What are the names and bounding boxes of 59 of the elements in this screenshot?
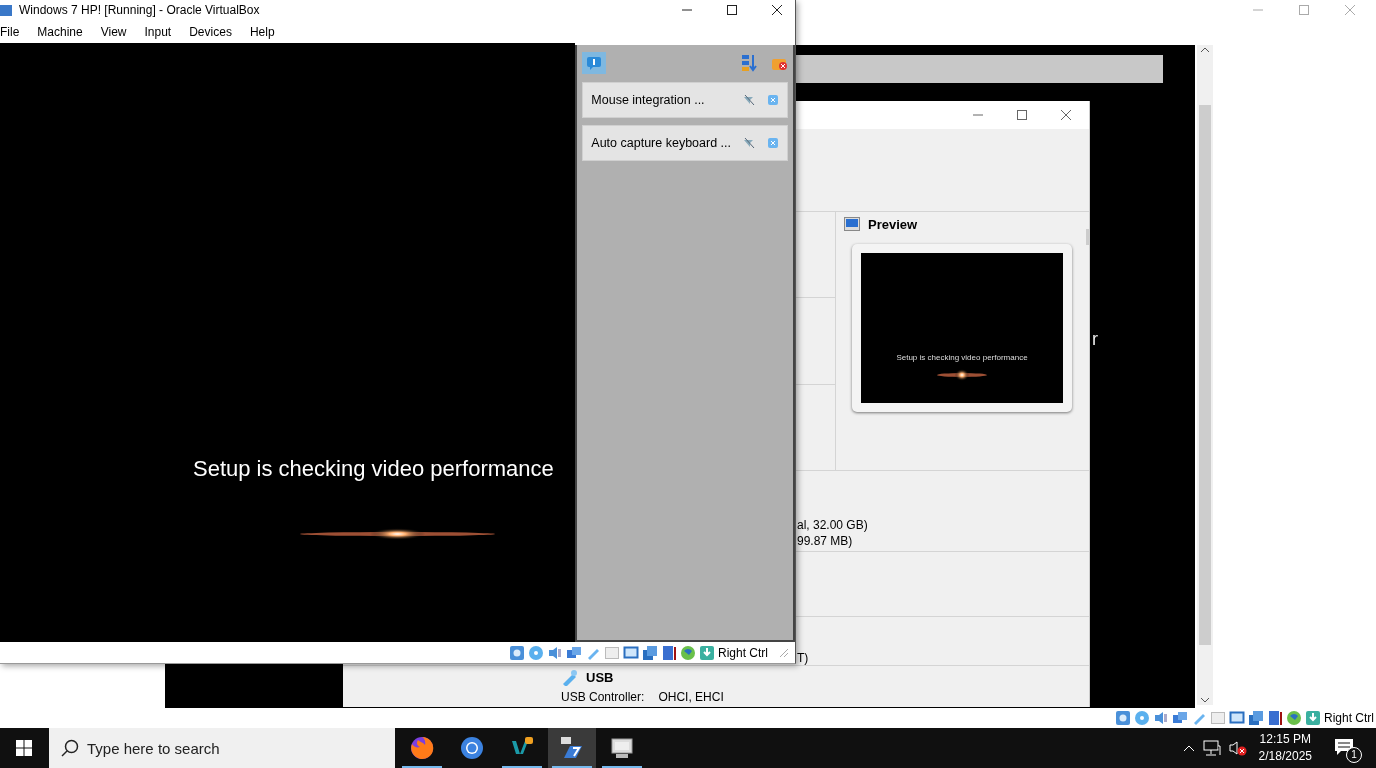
notification-toggle[interactable] bbox=[582, 52, 607, 74]
notification-center-button[interactable]: 1 bbox=[1334, 733, 1362, 763]
app-icon bbox=[460, 736, 484, 760]
monitor-icon bbox=[844, 217, 860, 232]
host-key-label: Right Ctrl bbox=[718, 645, 768, 660]
notification-item[interactable]: Auto capture keyboard ... bbox=[582, 125, 788, 161]
light-streak bbox=[937, 368, 987, 382]
resize-grip[interactable] bbox=[779, 647, 789, 658]
download-icon[interactable] bbox=[699, 644, 715, 661]
clock-time: 12:15 PM bbox=[1259, 731, 1311, 748]
app-icon bbox=[560, 736, 584, 760]
detail-text: 99.87 MB) bbox=[797, 533, 854, 549]
section-title: Preview bbox=[868, 217, 918, 232]
search-icon bbox=[61, 739, 79, 757]
screen-text: Setup is checking video performance bbox=[193, 456, 555, 482]
detail-value: OHCI, EHCI bbox=[658, 690, 724, 704]
app-icon bbox=[0, 3, 12, 17]
host-key-label: Right Ctrl bbox=[1324, 711, 1374, 725]
menu-item[interactable]: Machine bbox=[37, 24, 89, 39]
app-icon bbox=[610, 736, 634, 760]
scroll-thumb[interactable] bbox=[1086, 229, 1089, 245]
unpin-icon[interactable] bbox=[743, 137, 755, 149]
close-button[interactable] bbox=[771, 4, 783, 16]
screen-text: r bbox=[1092, 329, 1098, 350]
detail-label: USB Controller: bbox=[561, 690, 645, 704]
disc-icon[interactable] bbox=[1134, 710, 1150, 726]
menu-item[interactable]: Devices bbox=[189, 24, 238, 39]
menu-item[interactable]: View bbox=[100, 24, 133, 39]
speaker-icon[interactable] bbox=[1153, 710, 1169, 726]
muted-speaker-icon[interactable] bbox=[1228, 740, 1247, 756]
menu-item[interactable]: Input bbox=[144, 24, 178, 39]
disc-icon[interactable] bbox=[528, 644, 544, 661]
windows-logo-icon bbox=[16, 740, 32, 756]
menu-item[interactable]: Help bbox=[249, 24, 281, 39]
download-icon[interactable] bbox=[1305, 710, 1321, 726]
sort-icon[interactable] bbox=[741, 54, 757, 72]
unpin-icon[interactable] bbox=[743, 94, 755, 106]
maximize-button[interactable] bbox=[726, 4, 738, 16]
scroll-thumb[interactable] bbox=[1199, 105, 1211, 645]
clock-date: 2/18/2025 bbox=[1258, 748, 1312, 765]
detail-text: T) bbox=[797, 651, 809, 665]
display-icon[interactable] bbox=[1229, 710, 1245, 726]
preview-text: Setup is checking video performance bbox=[896, 353, 1028, 362]
speaker-icon[interactable] bbox=[547, 644, 563, 661]
scrollbar[interactable] bbox=[1197, 45, 1213, 705]
taskbar-button[interactable] bbox=[548, 728, 596, 768]
app-icon bbox=[410, 736, 434, 760]
menu-item[interactable]: File bbox=[0, 24, 26, 39]
message-icon bbox=[1334, 737, 1354, 756]
search-field[interactable]: Type here to search bbox=[49, 728, 395, 768]
close-icon[interactable] bbox=[767, 137, 779, 149]
section-title: USB bbox=[586, 670, 614, 685]
window-title: Windows 7 HP! [Running] - Oracle VirtualBox bbox=[19, 3, 261, 17]
clock[interactable]: 12:15 PM 2/18/2025 bbox=[1258, 731, 1312, 765]
close-icon[interactable] bbox=[767, 94, 779, 106]
display-icon[interactable] bbox=[623, 644, 639, 661]
detail-text: al, 32.00 GB) bbox=[797, 517, 869, 533]
notification-item[interactable]: Mouse integration ... bbox=[582, 82, 788, 118]
info-icon bbox=[586, 55, 603, 71]
